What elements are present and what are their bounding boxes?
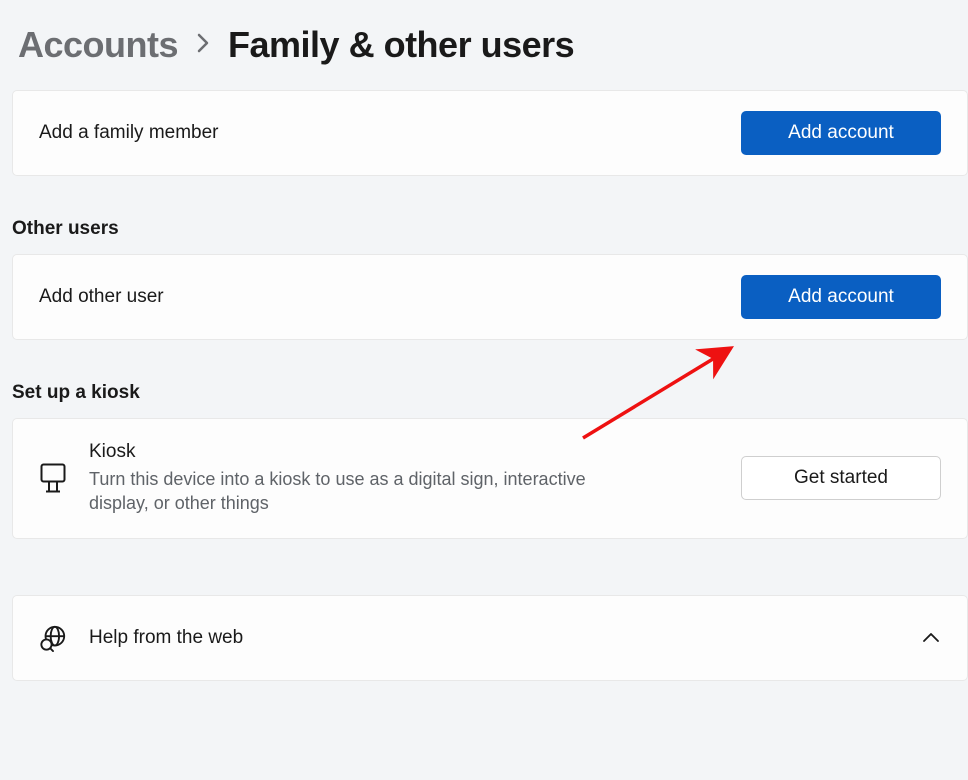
add-other-user-button[interactable]: Add account <box>741 275 941 319</box>
kiosk-card: Kiosk Turn this device into a kiosk to u… <box>12 418 968 539</box>
breadcrumb-parent[interactable]: Accounts <box>18 24 178 66</box>
other-users-card: Add other user Add account <box>12 254 968 340</box>
help-title: Help from the web <box>89 627 243 649</box>
kiosk-description: Turn this device into a kiosk to use as … <box>89 467 629 516</box>
kiosk-icon <box>39 463 67 493</box>
other-users-header: Other users <box>12 218 968 240</box>
globe-search-icon <box>39 624 67 652</box>
page-title: Family & other users <box>228 24 574 66</box>
help-card[interactable]: Help from the web <box>12 595 968 681</box>
add-family-account-button[interactable]: Add account <box>741 111 941 155</box>
breadcrumb: Accounts Family & other users <box>12 24 968 66</box>
kiosk-title: Kiosk <box>89 441 629 463</box>
kiosk-header: Set up a kiosk <box>12 382 968 404</box>
add-family-member-label: Add a family member <box>39 122 219 144</box>
chevron-up-icon[interactable] <box>921 628 941 648</box>
chevron-right-icon <box>196 30 210 61</box>
family-card: Add a family member Add account <box>12 90 968 176</box>
add-other-user-label: Add other user <box>39 286 164 308</box>
kiosk-get-started-button[interactable]: Get started <box>741 456 941 500</box>
